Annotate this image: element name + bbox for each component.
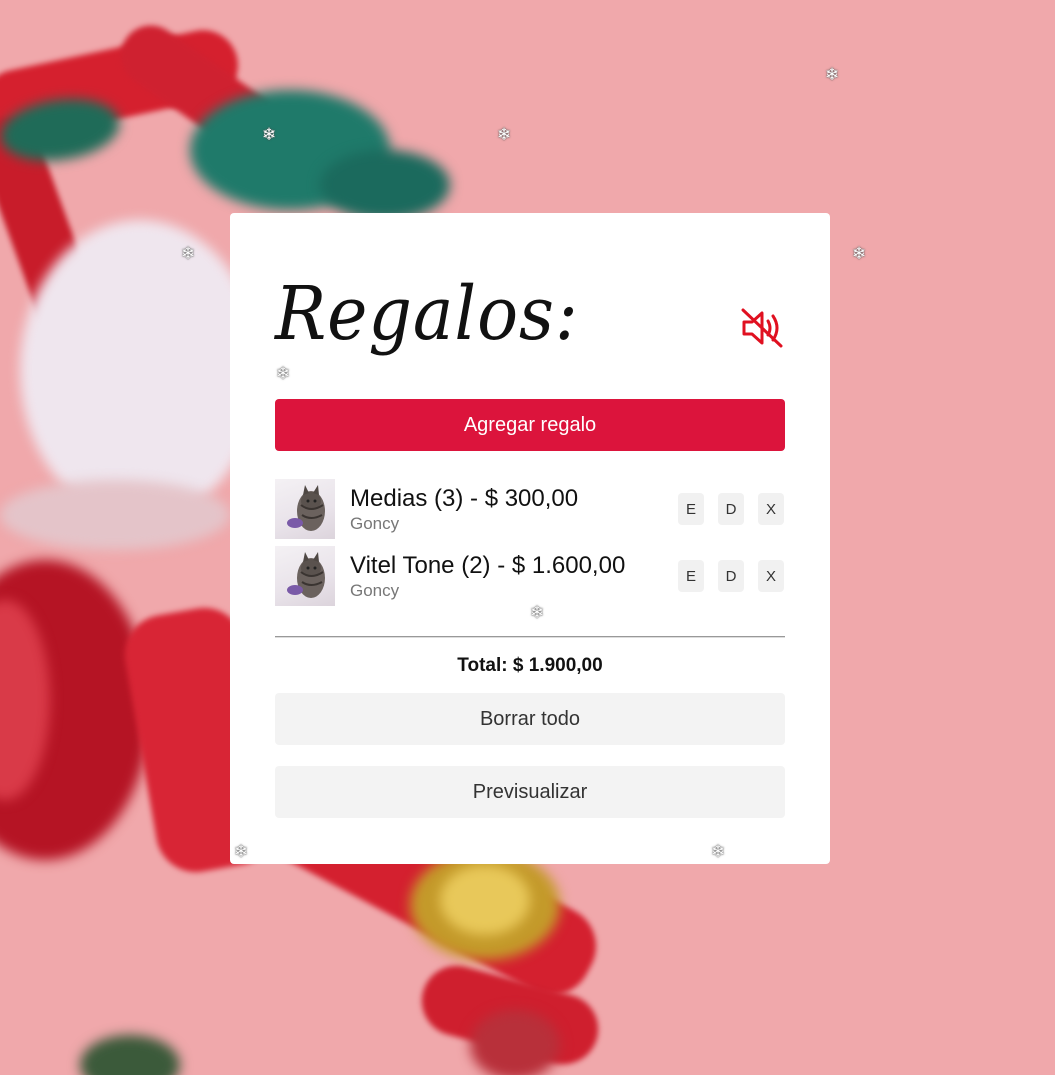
duplicate-button[interactable]: D <box>718 493 744 525</box>
gift-recipient: Goncy <box>350 514 400 533</box>
gift-name: Medias (3) - $ 300,00 <box>350 485 579 512</box>
snowflake-icon: ❄ <box>497 125 512 145</box>
gifts-card: Regalos: Agregar regalo Medias (3) - $ 3… <box>230 213 830 864</box>
snowflake-icon: ❄ <box>262 125 277 145</box>
delete-button[interactable]: X <box>758 560 784 592</box>
total-label: Total: $ 1.900,00 <box>457 655 603 676</box>
edit-button[interactable]: E <box>678 493 704 525</box>
divider <box>275 636 785 638</box>
gift-image <box>275 479 335 539</box>
snowflake-icon: ❄ <box>530 603 545 623</box>
edit-button[interactable]: E <box>678 560 704 592</box>
speaker-muted-icon <box>741 308 783 348</box>
snowflake-icon: ❄ <box>825 65 840 85</box>
duplicate-button[interactable]: D <box>718 560 744 592</box>
mute-button[interactable] <box>741 308 785 348</box>
snowflake-icon: ❄ <box>181 244 196 264</box>
snowflake-icon: ❄ <box>234 842 249 862</box>
delete-button[interactable]: X <box>758 493 784 525</box>
gift-name: Vitel Tone (2) - $ 1.600,00 <box>350 552 626 579</box>
snowflake-icon: ❄ <box>711 842 726 862</box>
list-item: Vitel Tone (2) - $ 1.600,00 Goncy E D X <box>275 546 785 606</box>
snowflake-icon: ❄ <box>852 244 867 264</box>
page-title: Regalos: <box>275 271 579 357</box>
gift-image <box>275 546 335 606</box>
list-item: Medias (3) - $ 300,00 Goncy E D X <box>275 479 785 539</box>
clear-all-button[interactable]: Borrar todo <box>275 693 785 745</box>
snowflake-icon: ❄ <box>276 364 291 384</box>
add-gift-button[interactable]: Agregar regalo <box>275 399 785 451</box>
gift-list: Medias (3) - $ 300,00 Goncy E D X Vitel … <box>275 479 785 613</box>
preview-button[interactable]: Previsualizar <box>275 766 785 818</box>
gift-recipient: Goncy <box>350 581 400 600</box>
